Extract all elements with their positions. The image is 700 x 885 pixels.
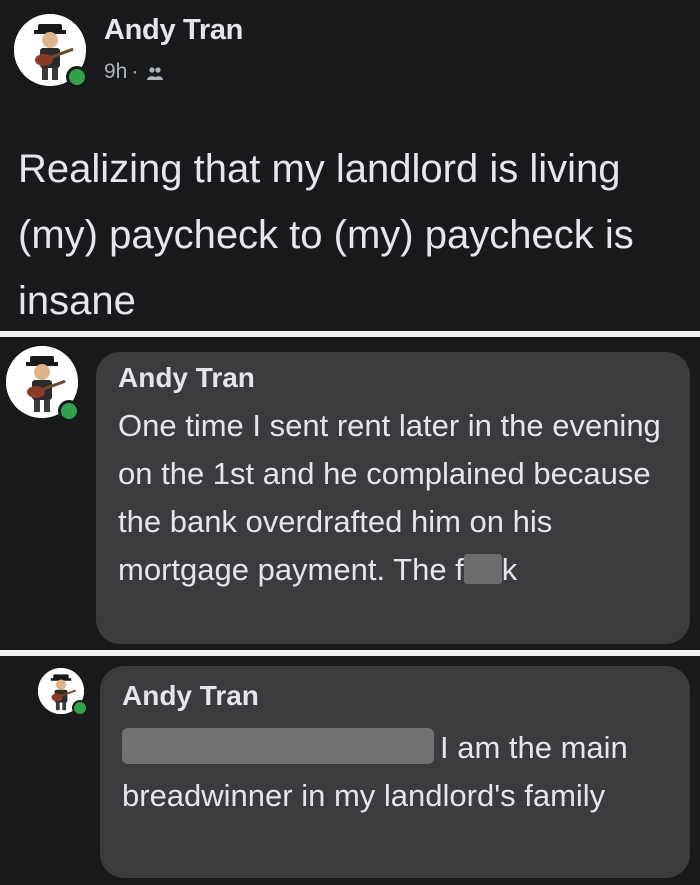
comment-text-main: One time I sent rent later in the evenin…	[118, 408, 661, 587]
online-status-dot	[72, 700, 88, 716]
redacted-mention	[122, 728, 434, 764]
comment-avatar[interactable]	[38, 668, 88, 716]
post-time[interactable]: 9h	[104, 60, 127, 84]
post-meta: 9h ·	[104, 60, 164, 84]
post-avatar[interactable]	[14, 14, 88, 88]
comment-text-end: k	[501, 552, 518, 587]
meta-separator: ·	[131, 60, 139, 83]
comment-avatar[interactable]	[6, 346, 80, 422]
censored-blur	[463, 554, 502, 584]
comment-author-name[interactable]: Andy Tran	[118, 362, 255, 394]
comment-text: One time I sent rent later in the evenin…	[118, 402, 678, 594]
friends-icon[interactable]	[146, 64, 164, 80]
post-panel: Andy Tran 9h · Realizing that my landlor…	[0, 0, 700, 331]
online-status-dot	[66, 66, 88, 88]
comment-author-name[interactable]: Andy Tran	[122, 680, 259, 712]
comment-bubble[interactable]: Andy Tran I am the main breadwinner in m…	[100, 666, 690, 878]
post-text: Realizing that my landlord is living (my…	[18, 147, 634, 323]
post-author-name[interactable]: Andy Tran	[104, 14, 243, 47]
comment-bubble[interactable]: Andy Tran One time I sent rent later in …	[96, 352, 690, 644]
comment-text: I am the main breadwinner in my landlord…	[122, 724, 682, 820]
online-status-dot	[58, 400, 80, 422]
